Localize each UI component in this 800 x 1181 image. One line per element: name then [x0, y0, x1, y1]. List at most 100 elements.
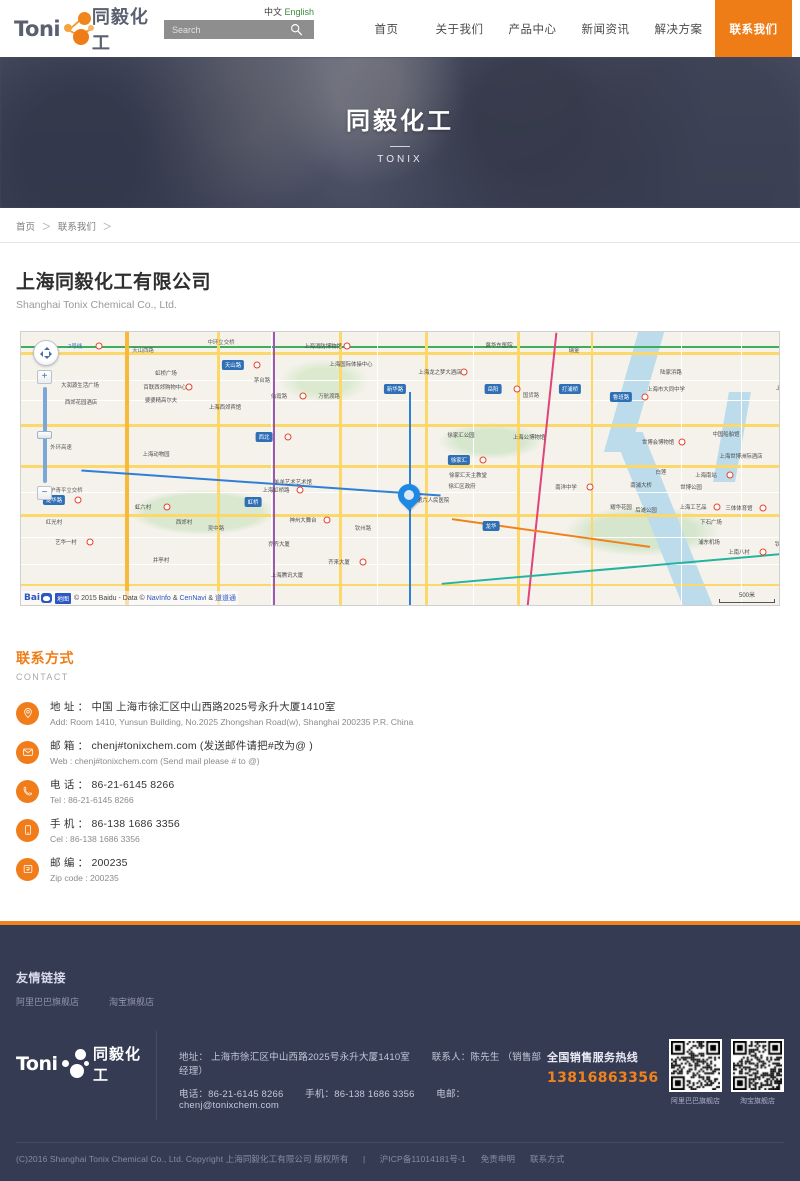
- nav-item-home[interactable]: 首页: [350, 0, 423, 57]
- footer-logo[interactable]: Toni 同毅化工: [16, 1031, 156, 1085]
- lang-link-chinese[interactable]: 中文: [264, 7, 282, 17]
- map-label: 2号线: [67, 344, 83, 350]
- map-label: 吴中路: [207, 526, 225, 532]
- friendly-links-row: 阿里巴巴旗舰店 淘宝旗舰店: [16, 995, 784, 1008]
- map-label: 百联西郊购物中心: [143, 385, 187, 391]
- contact-email-cn: 邮 箱 ： chenj#tonixchem.com (发送邮件请把#改为@ ): [50, 740, 313, 752]
- map-label: 中环立交桥: [207, 340, 235, 346]
- nav-item-solutions[interactable]: 解决方案: [642, 0, 715, 57]
- breadcrumb-item-home[interactable]: 首页: [16, 222, 35, 233]
- map-pin-icon: [393, 479, 425, 511]
- qr-caption-alibaba: 阿里巴巴旗舰店: [671, 1098, 720, 1105]
- breadcrumb-item-contact[interactable]: 联系我们: [58, 222, 96, 233]
- footer-copyright-bar: (C)2016 Shanghai Tonix Chemical Co., Ltd…: [16, 1142, 784, 1181]
- breadcrumb: 首页 ＞ 联系我们 ＞: [16, 208, 784, 242]
- baidu-map[interactable]: 2号线 天山西路 中环立交桥 上海消防博物馆 冀华东医院 瑞金 天山路 上海国际体操中心 虹桥广…: [20, 331, 780, 606]
- contact-zipcode-en: Zip code : 200235: [50, 873, 119, 883]
- map-attribution-daodaotong[interactable]: 道道通: [215, 593, 236, 603]
- envelope-icon: [16, 740, 39, 764]
- map-label: 虹桥: [244, 497, 262, 507]
- map-highway: [125, 332, 129, 605]
- contact-email-en: Web : chenj#tonixchem.com (Send mail ple…: [50, 756, 260, 766]
- map-controls[interactable]: + −: [33, 340, 59, 500]
- nav-item-news[interactable]: 新闻资讯: [569, 0, 642, 57]
- map-label: 红光村: [45, 520, 63, 526]
- map-location-marker[interactable]: [393, 479, 425, 514]
- site-logo[interactable]: Toni 同毅化工: [14, 7, 154, 53]
- map-label: 中国船舶馆: [712, 432, 740, 438]
- search-input[interactable]: [164, 20, 284, 39]
- qr-item-alibaba: 阿里巴巴旗舰店: [669, 1039, 722, 1106]
- lang-link-english[interactable]: English: [285, 7, 315, 17]
- nav-item-products[interactable]: 产品中心: [496, 0, 569, 57]
- map-label: 鲁班路: [609, 392, 633, 402]
- nav-item-about[interactable]: 关于我们: [423, 0, 496, 57]
- mobile-icon: [16, 818, 39, 842]
- pan-left-icon[interactable]: [37, 351, 43, 357]
- contact-mobile-en: Cel : 86-138 1686 3356: [50, 834, 140, 844]
- hotline-number: 13816863356: [547, 1070, 659, 1086]
- qr-code-alibaba-image: [669, 1039, 722, 1092]
- map-zoom-control[interactable]: + −: [37, 370, 52, 500]
- map-attribution-prefix: © 2015 Baidu - Data ©: [74, 594, 145, 602]
- map-label: 白莲: [655, 470, 667, 476]
- contact-phone-cn: 电 话 ： 86-21-6145 8266: [50, 779, 175, 791]
- footer-info-line-1: 地址： 上海市徐汇区中山西路2025号永升大厦1410室 联系人：陈先生 （销售…: [179, 1049, 547, 1077]
- baidu-map-badge: 地图: [55, 592, 72, 604]
- map-zoom-slider[interactable]: [37, 387, 52, 483]
- contact-address-cn: 地 址 ： 中国 上海市徐汇区中山西路2025号永升大厦1410室: [50, 701, 336, 713]
- contact-zipcode-cn: 邮 编 ： 200235: [50, 857, 128, 869]
- page-banner: 同毅化工 TONIX: [0, 57, 800, 208]
- footer-contact-link[interactable]: 联系方式: [530, 1154, 564, 1164]
- map-attribution-joiner-1: &: [172, 594, 178, 602]
- map-label: 浦东机场: [698, 540, 720, 546]
- baidu-logo[interactable]: Bai: [24, 593, 53, 603]
- map-poi-icon: [95, 342, 103, 350]
- friendly-link-alibaba[interactable]: 阿里巴巴旗舰店: [16, 995, 79, 1008]
- map-label: 冀华东医院: [485, 343, 513, 349]
- baidu-logo-text: Bai: [24, 593, 41, 603]
- map-label: 上海: [776, 384, 779, 392]
- pan-right-icon[interactable]: [49, 351, 55, 357]
- map-poi-icon: [343, 342, 351, 350]
- nav-item-contact[interactable]: 联系我们: [715, 0, 792, 57]
- map-road: [217, 332, 220, 605]
- map-zoom-in-button[interactable]: +: [37, 370, 52, 384]
- map-poi-icon: [299, 392, 307, 400]
- copyright-line: (C)2016 Shanghai Tonix Chemical Co., Ltd…: [16, 1153, 784, 1165]
- map-label: 陆家浜路: [660, 370, 682, 376]
- map-attribution-navinfo[interactable]: NavInfo: [147, 595, 171, 602]
- footer-main: Toni 同毅化工 地址： 上海市徐汇区中山西路2025号永升大厦1410室 联…: [16, 1008, 784, 1120]
- pan-up-icon[interactable]: [44, 344, 50, 350]
- map-label: 上海龙之梦大酒店: [418, 370, 462, 376]
- breadcrumb-separator-1: ＞: [41, 222, 52, 233]
- banner-subtitle: TONIX: [377, 153, 423, 165]
- map-zoom-slider-thumb[interactable]: [37, 431, 52, 439]
- map-poi-icon: [86, 538, 94, 546]
- map-road: [271, 332, 273, 605]
- search-box[interactable]: [164, 20, 314, 39]
- contact-phone-en: Tel : 86-21-6145 8266: [50, 795, 134, 805]
- map-zoom-out-button[interactable]: −: [37, 486, 52, 500]
- map-label: 下石广场: [700, 520, 722, 526]
- map-label: 南洋中学: [555, 485, 577, 491]
- map-label: 上海公博物馆: [512, 435, 546, 441]
- map-label: 茅台路: [253, 378, 271, 384]
- map-label: 龙华: [482, 521, 500, 531]
- map-scale-bar: [719, 599, 775, 603]
- copyright-divider: |: [362, 1154, 366, 1164]
- search-button[interactable]: [284, 20, 308, 39]
- map-label: 上海虹桥路: [262, 488, 290, 494]
- icp-link[interactable]: 沪ICP备11014181号-1: [380, 1154, 466, 1164]
- contact-row-phone: 电 话 ： 86-21-6145 8266 Tel : 86-21-6145 8…: [16, 777, 784, 805]
- map-attribution-cennavi[interactable]: CenNavi: [179, 595, 206, 602]
- map-pan-control[interactable]: [33, 340, 59, 366]
- map-canvas[interactable]: 2号线 天山西路 中环立交桥 上海消防博物馆 冀华东医院 瑞金 天山路 上海国际体操中心 虹桥广…: [21, 332, 779, 605]
- map-road: [21, 537, 779, 539]
- map-poi-icon: [759, 548, 767, 556]
- disclaimer-link[interactable]: 免责申明: [481, 1154, 515, 1164]
- logo-text-en: Toni: [14, 17, 61, 41]
- friendly-link-taobao[interactable]: 淘宝旗舰店: [109, 995, 154, 1008]
- map-label: 西郊花园酒店: [64, 400, 98, 406]
- map-poi-icon: [678, 438, 686, 446]
